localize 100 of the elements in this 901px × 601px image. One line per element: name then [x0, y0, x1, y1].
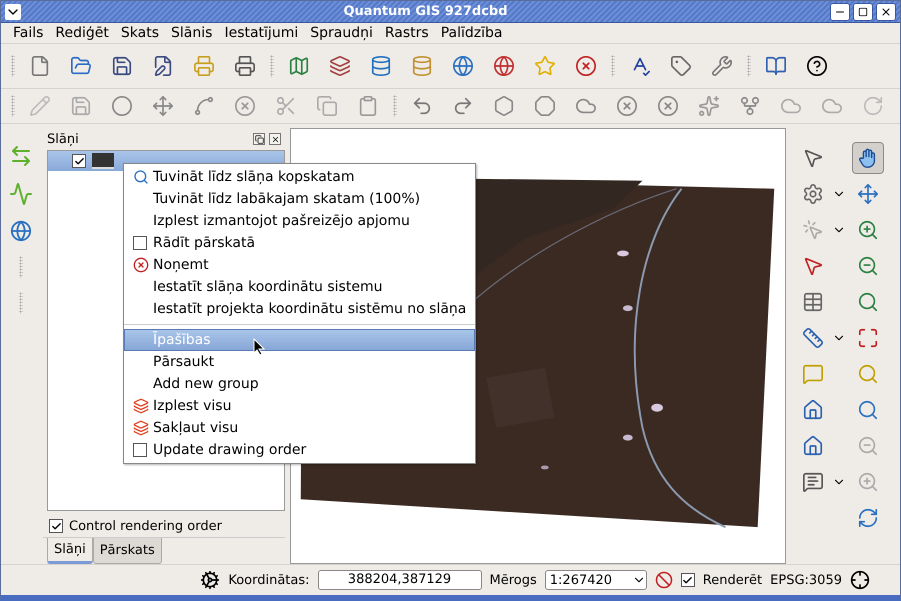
- help-icon: [806, 55, 828, 77]
- pencil-icon: [29, 95, 51, 117]
- file-icon: [29, 55, 51, 77]
- coordinates-field[interactable]: 388204,387129: [318, 570, 482, 590]
- pointer-icon: [802, 147, 824, 169]
- book-icon: [765, 55, 787, 77]
- tag-icon: [670, 55, 692, 77]
- menu-item[interactable]: Izplest izmantojot pašreizējo apjomu: [124, 210, 475, 232]
- checkbox[interactable]: [133, 443, 147, 457]
- layer-thumbnail: [92, 153, 114, 169]
- collapse-icon: [133, 420, 149, 436]
- remove-layer-icon: [575, 55, 597, 77]
- checkmark-icon: [50, 520, 62, 532]
- menu-item[interactable]: Skats: [114, 25, 166, 41]
- menu-item[interactable]: Izplest visu: [124, 395, 475, 417]
- globe-icon: [493, 55, 515, 77]
- ruler-icon: [802, 327, 824, 349]
- menu-item[interactable]: Rādīt pārskatā: [124, 232, 475, 254]
- histogram-stretch-icon[interactable]: [9, 144, 33, 168]
- menu-item[interactable]: Rastrs: [378, 25, 435, 41]
- maximize-button[interactable]: [853, 2, 873, 20]
- node-icon: [193, 95, 215, 117]
- tab[interactable]: Slāņi: [47, 538, 93, 564]
- close-button[interactable]: [876, 2, 896, 20]
- menu-item[interactable]: Tuvināt līdz labākajam skatam (100%): [124, 188, 475, 210]
- menu-item[interactable]: Sakļaut visu: [124, 417, 475, 439]
- menu-item[interactable]: Slānis: [165, 25, 218, 41]
- cursor-icon: [253, 338, 265, 356]
- shape-icon: [616, 95, 638, 117]
- menu-item[interactable]: Iestatījumi: [218, 25, 304, 41]
- clipboard-icon: [357, 95, 379, 117]
- menu-item[interactable]: Fails: [7, 25, 50, 41]
- checkbox[interactable]: [133, 236, 147, 250]
- tab[interactable]: Pārskats: [92, 538, 162, 564]
- folder-icon: [70, 55, 92, 77]
- globe-icon: [452, 55, 474, 77]
- menu-item[interactable]: Iestatīt slāņa koordinātu sistemu: [124, 276, 475, 298]
- move-icon: [152, 95, 174, 117]
- minimize-button[interactable]: [830, 2, 850, 20]
- remove-icon: [133, 257, 149, 273]
- scale-combo[interactable]: 1:267420: [544, 570, 647, 590]
- zoom-icon: [857, 291, 879, 313]
- redo-icon: [452, 95, 474, 117]
- home-icon: [802, 435, 824, 457]
- messages-icon[interactable]: [200, 570, 220, 590]
- menu-item[interactable]: Noņemt: [124, 254, 475, 276]
- edit-icon: [152, 55, 174, 77]
- checkbox-label: Control rendering order: [69, 518, 222, 534]
- checkmark-icon: [74, 156, 84, 166]
- checkmark-icon: [682, 574, 694, 586]
- expand-icon: [133, 398, 149, 414]
- menu-item[interactable]: Tuvināt līdz slāņa kopskatam: [124, 166, 475, 188]
- crs-icon[interactable]: [850, 570, 870, 590]
- pointer-icon: [802, 255, 824, 277]
- star-icon: [534, 55, 556, 77]
- map-icon: [288, 55, 310, 77]
- rotate-icon: [862, 95, 884, 117]
- checkbox[interactable]: [49, 519, 63, 533]
- sparkle-icon: [698, 95, 720, 117]
- globe-icon[interactable]: [10, 220, 32, 242]
- printer-icon: [234, 55, 256, 77]
- menu-item[interactable]: Iestatīt projekta koordinātu sistēmu no slāņa: [124, 298, 475, 320]
- render-checkbox[interactable]: [680, 573, 695, 587]
- undo-icon: [411, 95, 433, 117]
- menu-item[interactable]: Add new group: [124, 373, 475, 395]
- scissors-icon: [275, 95, 297, 117]
- database-icon: [370, 55, 392, 77]
- database-icon: [411, 55, 433, 77]
- coordinates-label: Koordinātas:: [228, 572, 310, 588]
- window-title: Quantum GIS 927dcbd: [343, 4, 508, 19]
- zoom-back-icon: [857, 435, 879, 457]
- render-label: Renderēt: [702, 572, 762, 588]
- layers-icon: [329, 55, 351, 77]
- text-bubble-icon: [802, 471, 824, 493]
- menu-item[interactable]: Palīdzība: [434, 25, 508, 41]
- zoom-icon: [857, 399, 879, 421]
- printer-icon: [193, 55, 215, 77]
- split-icon: [739, 95, 761, 117]
- menu-item[interactable]: Update drawing order: [124, 439, 475, 461]
- stop-render-icon[interactable]: [654, 571, 673, 589]
- menu-item[interactable]: Spraudņi: [304, 25, 379, 41]
- delete-icon: [234, 95, 256, 117]
- home-icon: [802, 399, 824, 421]
- wrench-icon: [711, 55, 733, 77]
- zoom-next-icon: [857, 471, 879, 493]
- table-icon: [802, 291, 824, 313]
- close-button[interactable]: [269, 133, 281, 145]
- float-button[interactable]: [253, 133, 265, 145]
- hexagon-icon: [493, 95, 515, 117]
- menu-item[interactable]: Pārsaukt: [124, 351, 475, 373]
- histogram-icon[interactable]: [9, 182, 33, 206]
- pointer-icon: [802, 219, 824, 241]
- window-menu-icon[interactable]: [5, 4, 21, 20]
- pan-button[interactable]: [852, 142, 884, 174]
- layer-checkbox[interactable]: [72, 154, 86, 168]
- float-icon: [254, 134, 264, 144]
- menu-item[interactable]: Rediģēt: [49, 25, 115, 41]
- refresh-icon: [857, 507, 879, 529]
- crs-label[interactable]: EPSG:3059: [770, 572, 842, 588]
- zoom-in-icon: [857, 219, 879, 241]
